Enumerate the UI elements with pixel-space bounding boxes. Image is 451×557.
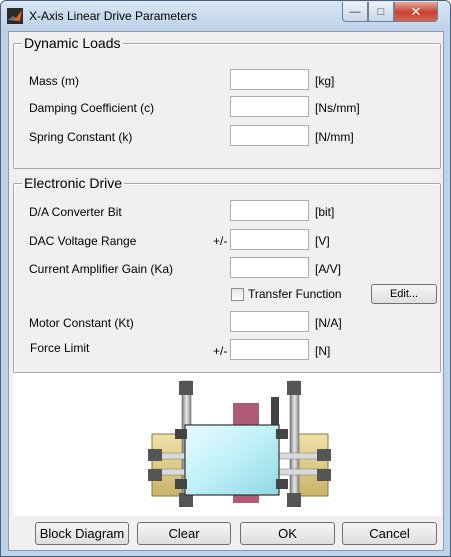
title-bar[interactable]: X-Axis Linear Drive Parameters — □ ✕ <box>1 1 450 31</box>
ok-label: OK <box>278 526 297 541</box>
da-bit-field[interactable] <box>230 200 309 221</box>
amp-gain-unit: [A/V] <box>315 262 342 276</box>
motor-constant-unit: [N/A] <box>315 316 342 330</box>
motor-constant-label: Motor Constant (Kt) <box>29 316 134 330</box>
spring-field[interactable] <box>230 125 309 146</box>
transfer-function-label: Transfer Function <box>248 287 342 301</box>
edit-button-label: Edit... <box>389 288 419 300</box>
matlab-logo-icon <box>7 8 23 24</box>
da-bit-label: D/A Converter Bit <box>29 205 122 219</box>
close-icon: ✕ <box>410 3 422 19</box>
dialog-client-area: Dynamic Loads Mass (m) [kg] Damping Coef… <box>8 31 444 551</box>
clear-label: Clear <box>168 526 200 541</box>
maximize-button[interactable]: □ <box>368 2 394 22</box>
cancel-label: Cancel <box>369 526 410 541</box>
electronic-drive-group: Electronic Drive D/A Converter Bit [bit]… <box>13 175 441 373</box>
motor-constant-field[interactable] <box>230 311 309 332</box>
damping-unit: [Ns/mm] <box>315 101 360 115</box>
cancel-button[interactable]: Cancel <box>342 522 437 545</box>
dac-range-label: DAC Voltage Range <box>29 234 137 248</box>
electronic-drive-legend: Electronic Drive <box>22 175 125 191</box>
mass-unit: [kg] <box>315 74 335 88</box>
window-title: X-Axis Linear Drive Parameters <box>29 9 198 23</box>
amp-gain-field[interactable] <box>230 257 309 278</box>
minimize-icon: — <box>349 5 361 18</box>
minimize-button[interactable]: — <box>342 2 368 22</box>
force-limit-label: Force Limit <box>30 341 90 355</box>
ok-button[interactable]: OK <box>240 522 335 545</box>
spring-label: Spring Constant (k) <box>29 130 133 144</box>
force-limit-field[interactable] <box>230 339 309 360</box>
linear-drive-diagram <box>148 380 331 507</box>
da-bit-unit: [bit] <box>315 205 335 219</box>
dac-range-unit: [V] <box>315 234 330 248</box>
linear-drive-picture <box>13 373 441 516</box>
dialog-window: X-Axis Linear Drive Parameters — □ ✕ Dyn… <box>0 0 451 557</box>
damping-label: Damping Coefficient (c) <box>29 101 155 115</box>
force-limit-prefix: +/- <box>213 344 228 358</box>
amp-gain-label: Current Amplifier Gain (Ka) <box>29 262 174 276</box>
block-diagram-button[interactable]: Block Diagram <box>35 522 129 545</box>
mass-label: Mass (m) <box>29 74 79 88</box>
edit-transfer-function-button[interactable]: Edit... <box>371 284 437 304</box>
dynamic-loads-group: Dynamic Loads Mass (m) [kg] Damping Coef… <box>13 35 441 169</box>
clear-button[interactable]: Clear <box>137 522 231 545</box>
force-limit-unit: [N] <box>315 344 331 358</box>
close-button[interactable]: ✕ <box>394 2 438 22</box>
mass-field[interactable] <box>230 69 309 90</box>
transfer-function-checkbox[interactable] <box>231 288 244 301</box>
block-diagram-label: Block Diagram <box>39 526 125 541</box>
dynamic-loads-legend: Dynamic Loads <box>22 35 123 51</box>
maximize-icon: □ <box>377 5 385 18</box>
spring-unit: [N/mm] <box>315 130 354 144</box>
dac-range-prefix: +/- <box>213 234 228 248</box>
damping-field[interactable] <box>230 96 309 117</box>
dac-range-field[interactable] <box>230 229 309 250</box>
